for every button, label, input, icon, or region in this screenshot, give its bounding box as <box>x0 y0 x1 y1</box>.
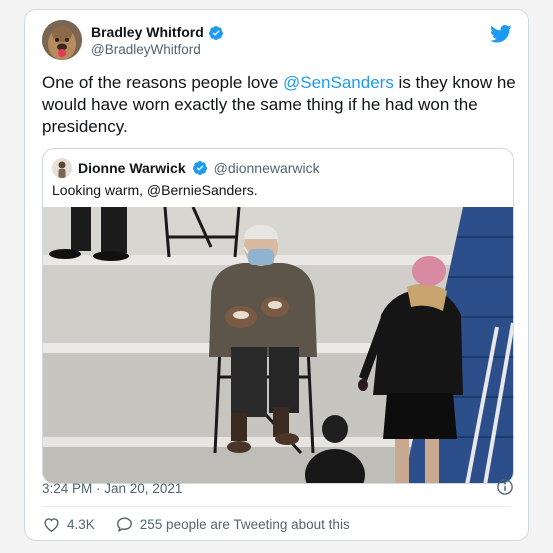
author-avatar[interactable] <box>42 20 82 60</box>
verified-badge-icon <box>208 25 223 40</box>
heart-icon <box>44 518 59 532</box>
tweet-text-part-1: One of the reasons people love <box>42 73 283 92</box>
tweet-timestamp[interactable]: 3:24 PM · Jan 20, 2021 <box>42 481 182 496</box>
quoted-avatar[interactable] <box>52 158 72 178</box>
tweeting-about-text: 255 people are Tweeting about this <box>139 517 350 532</box>
divider <box>42 506 511 507</box>
quoted-text: Looking warm, @BernieSanders. <box>52 182 258 198</box>
quoted-author-name[interactable]: Dionne Warwick <box>78 160 186 176</box>
quoted-header: Dionne Warwick @dionnewarwick <box>52 158 320 178</box>
tweet-text: One of the reasons people love @SenSande… <box>42 72 522 138</box>
speech-bubble-icon <box>116 517 132 532</box>
quoted-photo[interactable] <box>43 207 514 484</box>
tweet-actions: 4.3K 255 people are Tweeting about this <box>42 515 350 534</box>
mention-link[interactable]: @SenSanders <box>283 73 394 92</box>
quoted-tweet[interactable]: Dionne Warwick @dionnewarwick Looking wa… <box>42 148 514 484</box>
author-block: Bradley Whitford @BradleyWhitford <box>91 24 224 59</box>
quoted-author-handle[interactable]: @dionnewarwick <box>214 160 320 176</box>
tweet-card[interactable]: Bradley Whitford @BradleyWhitford One of… <box>24 9 529 541</box>
tweeting-about-link[interactable]: 255 people are Tweeting about this <box>115 515 350 534</box>
twitter-bird-icon[interactable] <box>490 24 512 44</box>
author-name[interactable]: Bradley Whitford <box>91 24 204 41</box>
author-name-row[interactable]: Bradley Whitford <box>91 24 224 41</box>
verified-badge-icon <box>192 161 207 175</box>
like-count: 4.3K <box>67 517 95 532</box>
like-button[interactable]: 4.3K <box>42 515 95 534</box>
info-icon[interactable] <box>496 478 514 496</box>
author-handle[interactable]: @BradleyWhitford <box>91 41 224 59</box>
